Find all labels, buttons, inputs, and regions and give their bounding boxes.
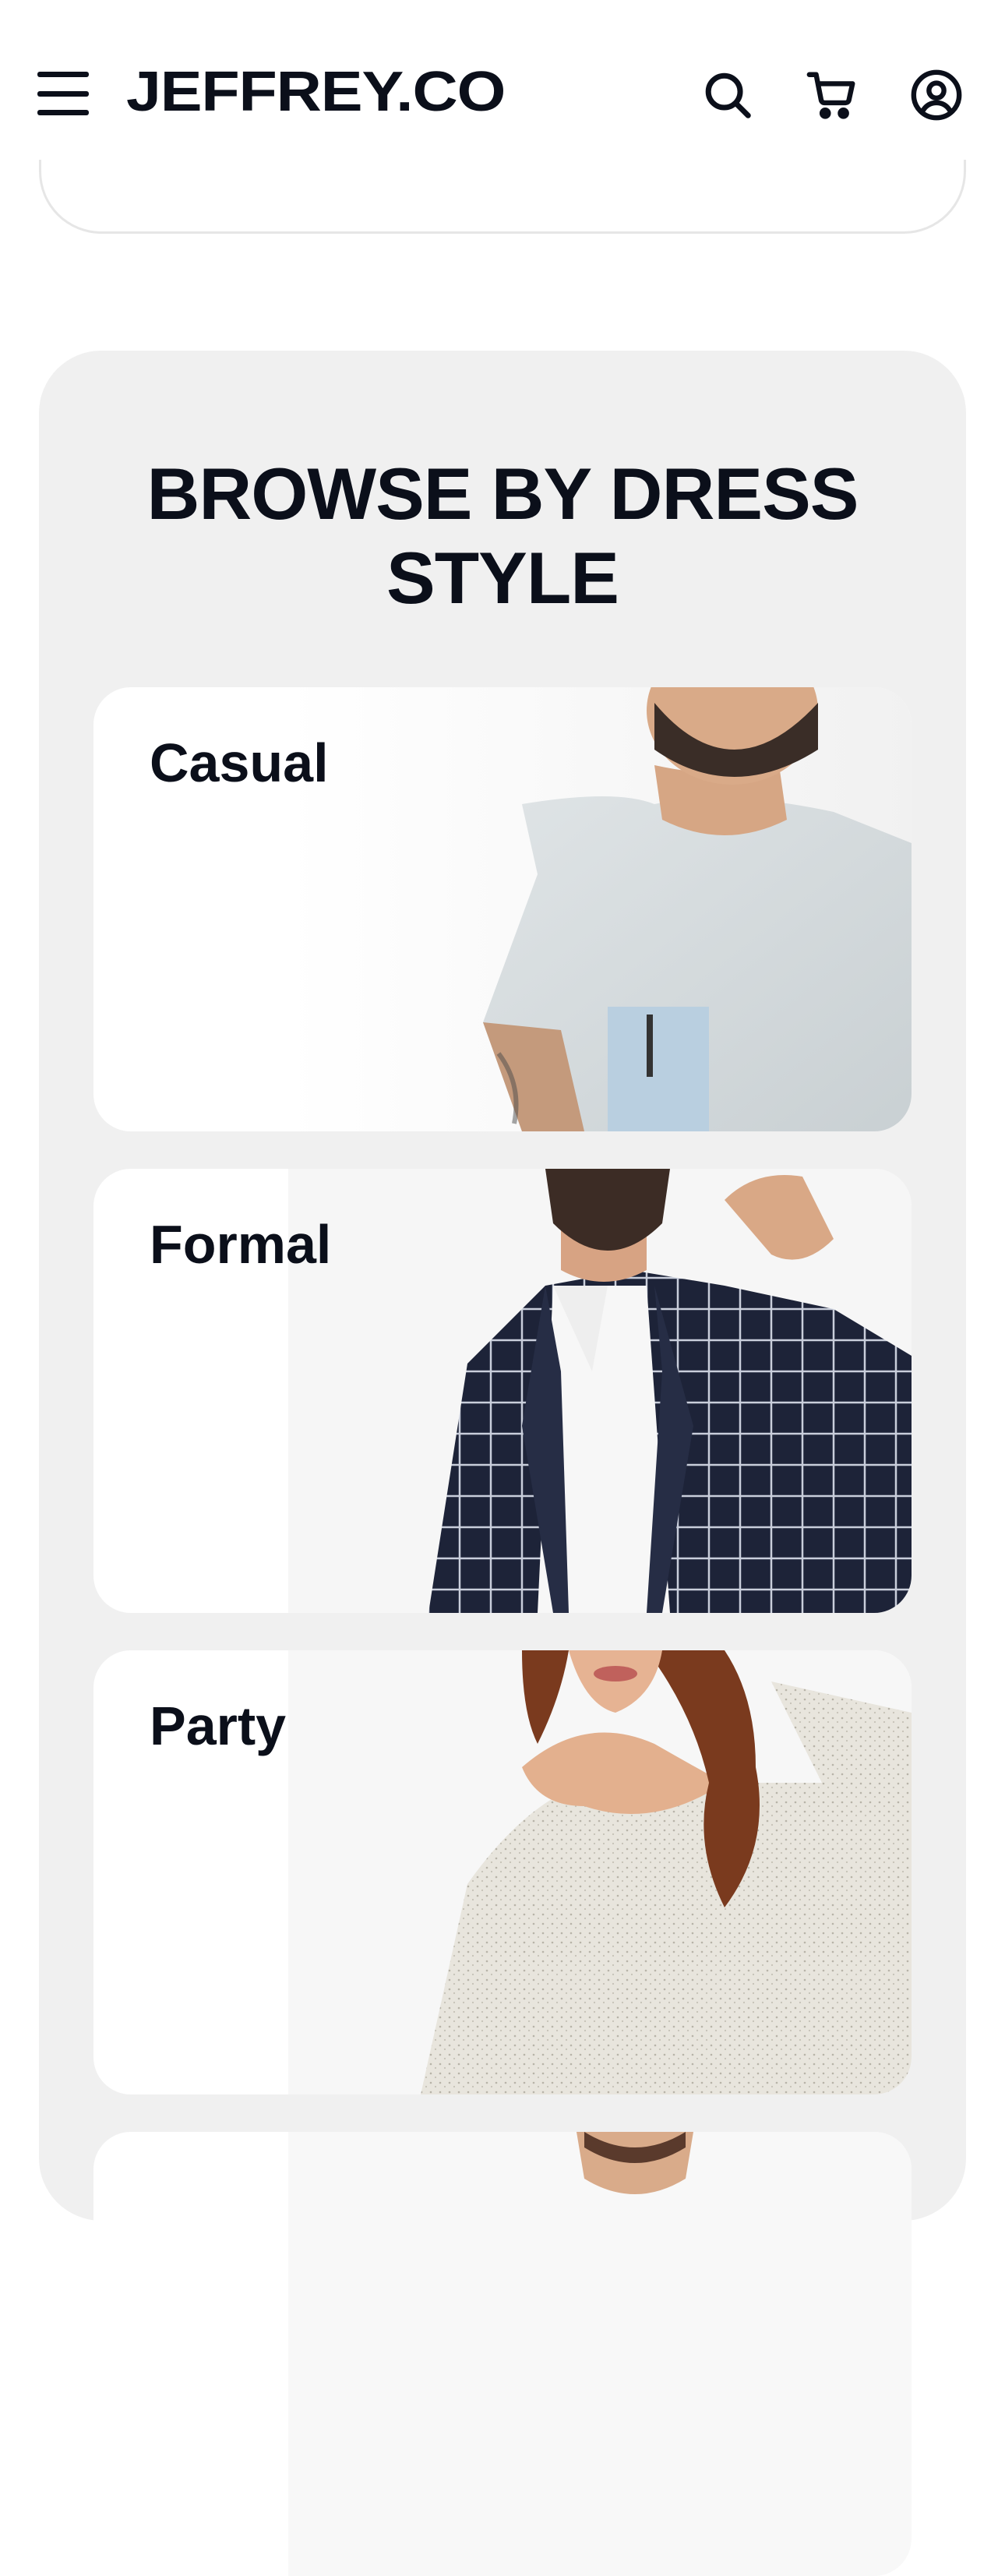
style-card-label: Party [150,1696,287,1756]
site-logo[interactable]: JEFFREY.CO [126,55,506,129]
section-title: BROWSE BY DRESS STYLE [39,452,966,620]
style-card-label: Casual [150,732,329,793]
casual-photo [288,687,912,1131]
style-card-label: Formal [150,1214,332,1275]
gym-photo [288,2132,912,2576]
style-card-gym[interactable] [93,2132,912,2576]
cart-icon[interactable] [802,65,862,125]
style-card-formal[interactable]: Formal [93,1169,912,1613]
search-icon[interactable] [698,65,757,125]
user-account-icon[interactable] [907,65,966,125]
site-header: JEFFREY.CO [0,0,1005,160]
formal-photo [288,1169,912,1613]
browse-by-style-section: BROWSE BY DRESS STYLE Casual Formal Part… [39,351,966,2576]
party-photo [288,1650,912,2094]
section-title-line1: BROWSE BY DRESS [146,453,859,535]
hamburger-menu-icon[interactable] [37,72,89,115]
section-title-line2: STYLE [386,537,619,619]
style-card-casual[interactable]: Casual [93,687,912,1131]
style-card-party[interactable]: Party [93,1650,912,2094]
